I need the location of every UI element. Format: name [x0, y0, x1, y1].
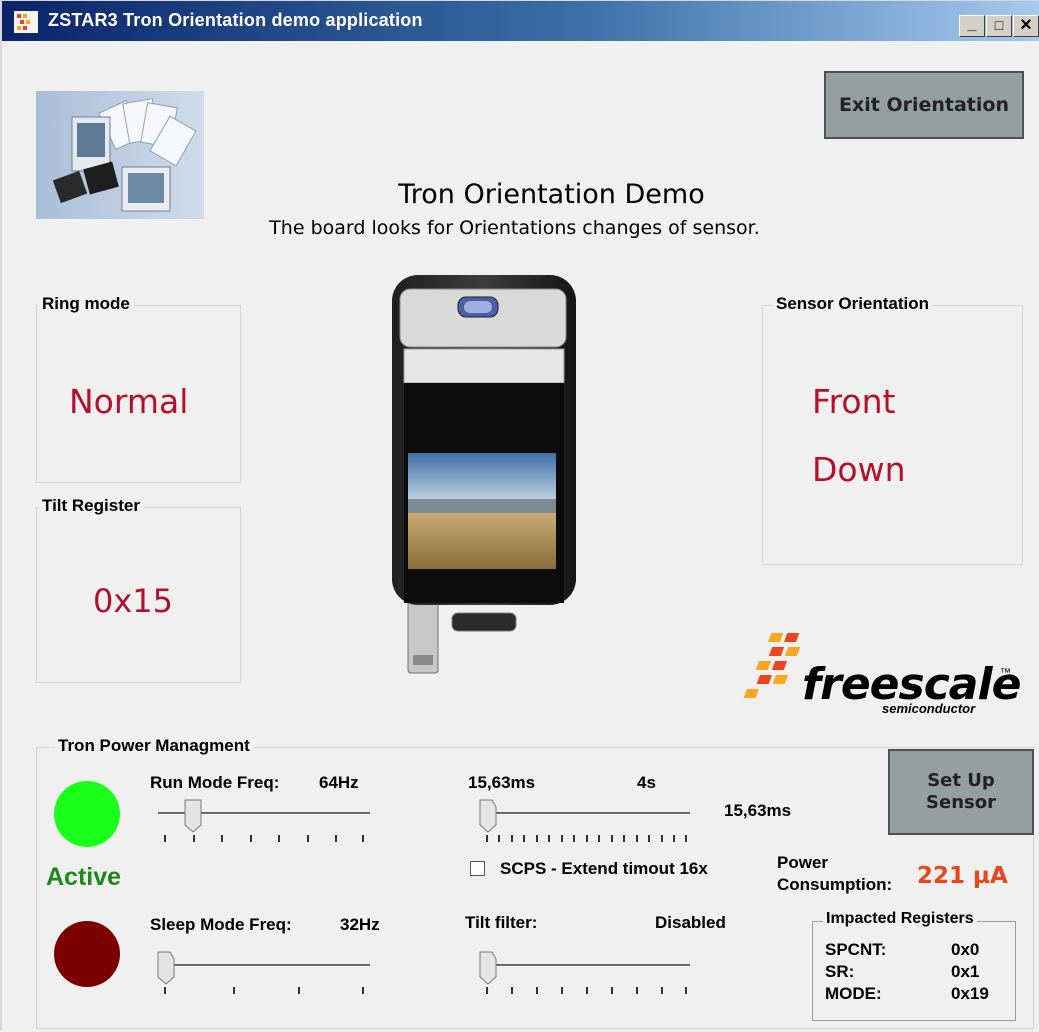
tick: [221, 835, 223, 842]
client-area: Exit Orientation Tron Orientation Demo T…: [2, 41, 1039, 1032]
freescale-logo-mark: [743, 633, 801, 698]
register-name: SR:: [825, 962, 855, 981]
timeout-min-label: 15,63ms: [468, 773, 536, 792]
sensor-orientation-label: Sensor Orientation: [773, 294, 933, 314]
run-mode-label: Run Mode Freq:: [150, 773, 280, 792]
tick: [523, 835, 525, 842]
tick: [661, 835, 663, 842]
sleep-indicator: [54, 921, 120, 987]
tick: [586, 835, 588, 842]
sleep-mode-track: [158, 964, 370, 967]
scps-label: SCPS - Extend timout 16x: [500, 859, 708, 878]
power-consumption-label-2: Consumption:: [777, 875, 893, 894]
register-value: 0x1: [951, 962, 980, 981]
sensor-orientation-group: Sensor Orientation Front Down: [762, 294, 1023, 565]
tick: [561, 835, 563, 842]
exit-orientation-button[interactable]: Exit Orientation: [824, 71, 1024, 139]
semiconductor-text: semiconductor: [882, 701, 976, 716]
tick: [164, 835, 166, 842]
maximize-button[interactable]: □: [986, 15, 1012, 37]
tilt-filter-value: Disabled: [655, 913, 726, 932]
timeout-slider[interactable]: [479, 799, 497, 833]
setup-sensor-button[interactable]: Set Up Sensor: [888, 749, 1034, 835]
run-mode-value: 64Hz: [319, 773, 359, 792]
tick: [307, 835, 309, 842]
tick: [611, 987, 613, 994]
timeout-value: 15,63ms: [724, 801, 792, 820]
tilt-register-value: 0x15: [93, 582, 174, 620]
ring-mode-label: Ring mode: [39, 294, 133, 314]
trademark: ™: [1000, 667, 1011, 679]
phone-image: [392, 275, 576, 674]
orientation-line-2: Down: [812, 450, 906, 489]
ring-mode-group: Ring mode Normal: [36, 294, 241, 483]
tilt-register-group: Tilt Register 0x15: [36, 496, 241, 683]
tick: [636, 835, 638, 842]
register-value: 0x0: [951, 940, 980, 959]
register-name: MODE:: [825, 984, 882, 1003]
tick: [486, 987, 488, 994]
tick: [511, 987, 513, 994]
sleep-mode-label: Sleep Mode Freq:: [150, 915, 292, 934]
register-name: SPCNT:: [825, 940, 887, 959]
tick: [536, 987, 538, 994]
power-management-label: Tron Power Managment: [55, 736, 253, 756]
tick: [362, 835, 364, 842]
tick: [486, 835, 488, 842]
tick: [611, 835, 613, 842]
tick: [685, 835, 687, 842]
title-bar[interactable]: ZSTAR3 Tron Orientation demo application…: [2, 1, 1039, 41]
tick: [648, 835, 650, 842]
tick: [598, 835, 600, 842]
tilt-filter-track: [482, 964, 690, 967]
power-consumption-value: 221 µA: [917, 863, 1008, 889]
tick: [511, 835, 513, 842]
app-window: ZSTAR3 Tron Orientation demo application…: [0, 0, 1039, 1032]
minimize-button[interactable]: _: [959, 15, 985, 37]
page-title: Tron Orientation Demo: [398, 179, 705, 210]
close-button[interactable]: ×: [1013, 15, 1039, 37]
timeout-track: [482, 812, 690, 815]
timeout-max-label: 4s: [637, 773, 656, 792]
ring-mode-value: Normal: [69, 382, 189, 421]
tick: [278, 835, 280, 842]
tick: [623, 835, 625, 842]
status-text: Active: [46, 863, 122, 891]
tick: [250, 835, 252, 842]
tilt-register-label: Tilt Register: [39, 496, 143, 516]
tick: [636, 987, 638, 994]
tick: [362, 987, 364, 994]
impacted-registers-group: Impacted Registers SPCNT: 0x0 SR: 0x1 MO…: [812, 910, 1016, 1021]
app-icon: [14, 11, 38, 33]
register-value: 0x19: [951, 984, 989, 1003]
run-mode-slider[interactable]: [184, 799, 202, 833]
tick: [298, 987, 300, 994]
tick: [673, 835, 675, 842]
tick: [233, 987, 235, 994]
tilt-filter-slider[interactable]: [479, 951, 497, 985]
page-subtitle: The board looks for Orientations changes…: [269, 217, 760, 239]
tick: [164, 987, 166, 994]
tick: [536, 835, 538, 842]
active-indicator: [54, 781, 120, 847]
tick: [573, 835, 575, 842]
tick: [661, 987, 663, 994]
sleep-mode-slider[interactable]: [157, 951, 175, 985]
orientation-line-1: Front: [812, 382, 896, 421]
sleep-mode-value: 32Hz: [340, 915, 380, 934]
tick: [586, 987, 588, 994]
tick: [548, 835, 550, 842]
tick: [498, 835, 500, 842]
scps-checkbox[interactable]: [470, 861, 485, 876]
tick: [335, 835, 337, 842]
power-consumption-label-1: Power: [777, 853, 829, 872]
tilt-filter-label: Tilt filter:: [465, 913, 538, 932]
impacted-registers-label: Impacted Registers: [823, 910, 977, 928]
tick: [561, 987, 563, 994]
tick: [193, 835, 195, 842]
window-title: ZSTAR3 Tron Orientation demo application: [48, 10, 423, 30]
tick: [685, 987, 687, 994]
